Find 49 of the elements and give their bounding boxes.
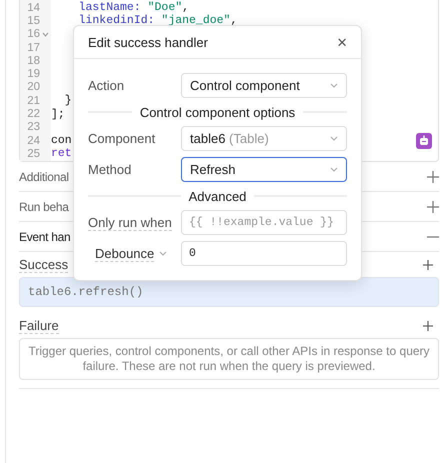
success-label: Success xyxy=(19,256,68,272)
section-heading: Advanced xyxy=(188,188,246,204)
field-label: Only run when xyxy=(88,215,172,231)
debounce-field[interactable]: 0 xyxy=(181,241,347,266)
chevron-icon[interactable] xyxy=(159,251,168,256)
line-number: 17 xyxy=(26,42,40,54)
line-number: 18 xyxy=(26,54,40,67)
action-select[interactable]: Control component xyxy=(181,73,347,98)
code-line: con xyxy=(51,134,72,148)
close-button[interactable]: × xyxy=(335,34,349,50)
fold-caret-icon[interactable] xyxy=(42,32,49,37)
handler-item[interactable]: table6.refresh() xyxy=(19,277,439,307)
section-title[interactable]: Additional xyxy=(19,170,69,184)
line-number: 21 xyxy=(26,94,40,107)
robot-icon[interactable] xyxy=(416,133,432,149)
code-line: ret xyxy=(51,147,72,160)
method-select[interactable]: Refresh xyxy=(181,157,347,182)
field-label: Action xyxy=(88,78,124,93)
chevron-icon xyxy=(330,83,338,88)
line-number: 20 xyxy=(26,81,40,94)
section-title[interactable]: Run beha xyxy=(19,200,69,214)
line-number: 16 xyxy=(26,28,40,40)
plus-icon[interactable] xyxy=(423,260,433,270)
plus-icon[interactable] xyxy=(427,200,439,212)
failure-label: Failure xyxy=(19,318,59,334)
chevron-icon xyxy=(330,167,338,172)
field-label: Method xyxy=(88,162,132,177)
line-number: 22 xyxy=(26,108,40,120)
code-line: ]; xyxy=(51,108,65,121)
modal-title: Edit success handler xyxy=(88,34,208,50)
section-title[interactable]: Event han xyxy=(19,230,70,244)
code-line: } xyxy=(64,94,72,108)
chevron-icon xyxy=(330,136,338,141)
line-number: 15 xyxy=(26,14,40,27)
condition-field[interactable]: {{ !!example.value }} xyxy=(181,210,347,235)
line-number: 23 xyxy=(26,121,40,134)
line-number: 24 xyxy=(26,134,40,147)
empty-state-text: Trigger queries, control components, or call other APIs in response to query failure. These are not run when the query is previewed. xyxy=(19,338,439,380)
line-number: 25 xyxy=(26,148,40,160)
code-line: lastName: "Doe", xyxy=(78,1,190,14)
code-line: linkedinId: "jane_doe", xyxy=(78,14,238,28)
section-heading: Control component options xyxy=(140,104,296,120)
plus-icon[interactable] xyxy=(423,320,433,330)
field-label: Component xyxy=(88,131,156,146)
plus-icon[interactable] xyxy=(427,170,439,182)
line-number: 14 xyxy=(26,2,40,14)
line-number: 19 xyxy=(26,68,40,80)
debounce-dropdown[interactable]: Debounce xyxy=(95,246,154,262)
component-select[interactable]: table6 (Table) xyxy=(181,126,347,151)
